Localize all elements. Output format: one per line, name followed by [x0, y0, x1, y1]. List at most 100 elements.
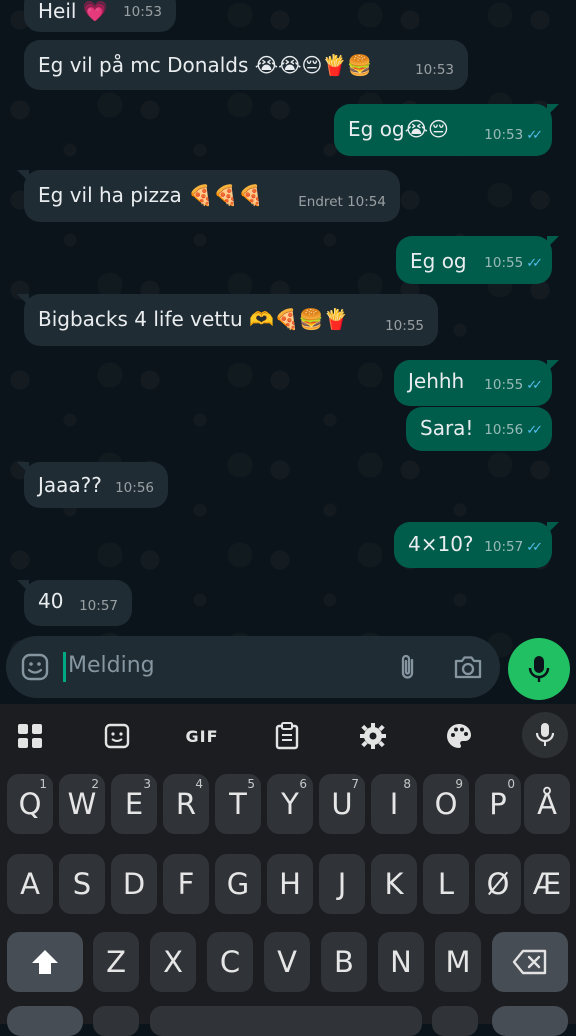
message-incoming[interactable]: Heil 💗 10:53	[24, 0, 176, 32]
voice-record-button[interactable]	[508, 638, 570, 700]
message-time-status: 10:56 ✓✓	[484, 417, 543, 444]
message-text: 4×10?	[408, 532, 474, 556]
key[interactable]: M	[435, 932, 481, 992]
key[interactable]: S	[59, 854, 105, 914]
key-hint: 5	[247, 777, 255, 791]
message-outgoing[interactable]: Jehhh 10:55 ✓✓	[394, 360, 559, 406]
read-receipt-icon: ✓✓	[526, 423, 543, 438]
key-label: I	[389, 787, 399, 821]
message-time: 10:55	[484, 377, 524, 393]
key[interactable]: J	[319, 854, 365, 914]
text-cursor	[63, 652, 66, 682]
key[interactable]: Q1	[7, 774, 53, 834]
key-hint: 9	[455, 777, 463, 791]
key[interactable]: Æ	[524, 854, 570, 914]
palette-icon[interactable]	[442, 720, 476, 752]
read-receipt-icon: ✓✓	[526, 540, 543, 555]
gif-button[interactable]: GIF	[184, 720, 220, 752]
message-incoming[interactable]: Bigbacks 4 life vettu 🫶🍕🍔🍟 10:55	[17, 294, 438, 346]
message-time: 10:53	[415, 62, 454, 78]
apps-grid-icon[interactable]	[14, 720, 46, 752]
key-label: Å	[537, 787, 557, 821]
key[interactable]: U7	[319, 774, 365, 834]
sticker-keyboard-icon[interactable]	[100, 720, 134, 752]
message-time: 10:55	[385, 318, 424, 334]
backspace-key[interactable]	[492, 932, 568, 992]
key[interactable]: A	[7, 854, 53, 914]
clipboard-icon[interactable]	[272, 720, 302, 752]
message-text: Jehhh	[408, 369, 465, 393]
settings-gear-icon[interactable]	[356, 720, 390, 752]
key[interactable]: X	[150, 932, 196, 992]
message-input[interactable]: Melding	[68, 653, 155, 678]
sticker-icon[interactable]	[20, 652, 50, 682]
key-hint: 1	[39, 777, 47, 791]
key-label: P	[489, 787, 507, 821]
key[interactable]: T5	[215, 774, 261, 834]
message-outgoing[interactable]: Eg og 10:55 ✓✓	[396, 236, 559, 284]
key[interactable]: D	[111, 854, 157, 914]
key-label: T	[229, 787, 247, 821]
message-time: 10:57	[79, 598, 118, 614]
key-hint: 4	[195, 777, 203, 791]
key[interactable]: W2	[59, 774, 105, 834]
message-input-bar[interactable]: Melding	[6, 636, 500, 698]
shift-arrow-icon	[32, 950, 58, 974]
message-time-status: 10:57 ✓✓	[484, 534, 543, 561]
symbols-key[interactable]	[7, 1006, 83, 1036]
key[interactable]: Y6	[267, 774, 313, 834]
read-receipt-icon: ✓✓	[526, 256, 543, 271]
message-time-status: 10:55 ✓✓	[484, 250, 543, 277]
message-time: Endret 10:54	[298, 194, 386, 210]
key[interactable]: H	[267, 854, 313, 914]
key-label: R	[175, 787, 197, 821]
key-hint: 0	[507, 777, 515, 791]
message-incoming[interactable]: Eg vil ha pizza 🍕🍕🍕 Endret 10:54	[17, 170, 400, 222]
message-incoming[interactable]: 40 10:57	[17, 580, 132, 626]
message-incoming[interactable]: Jaaa?? 10:56	[17, 462, 168, 508]
key[interactable]: F	[163, 854, 209, 914]
key[interactable]: G	[215, 854, 261, 914]
key[interactable]: O9	[423, 774, 469, 834]
message-text: Sara!	[420, 416, 474, 440]
message-time: 10:57	[484, 539, 524, 555]
key-label: O	[434, 787, 458, 821]
enter-key[interactable]	[492, 1006, 568, 1036]
message-outgoing[interactable]: Sara! 10:56 ✓✓	[406, 407, 552, 451]
key[interactable]: E3	[111, 774, 157, 834]
key-hint: 3	[143, 777, 151, 791]
message-outgoing[interactable]: Eg og😭😔 10:53 ✓✓	[334, 104, 559, 156]
key[interactable]: C	[207, 932, 253, 992]
period-key[interactable]	[432, 1006, 478, 1036]
key[interactable]: V	[264, 932, 310, 992]
message-time: 10:56	[115, 480, 154, 496]
message-text: Eg og😭😔	[348, 117, 449, 141]
key[interactable]: K	[371, 854, 417, 914]
microphone-icon	[535, 723, 555, 746]
microphone-icon	[528, 656, 550, 682]
comma-key[interactable]	[93, 1006, 139, 1036]
key[interactable]: L	[423, 854, 469, 914]
key[interactable]: P0	[475, 774, 521, 834]
camera-icon[interactable]	[452, 653, 484, 681]
key[interactable]: N	[378, 932, 424, 992]
backspace-icon	[512, 949, 547, 975]
shift-key[interactable]	[7, 932, 83, 992]
key[interactable]: I8	[371, 774, 417, 834]
message-outgoing[interactable]: 4×10? 10:57 ✓✓	[394, 522, 559, 568]
key[interactable]: Å	[524, 774, 570, 834]
key[interactable]: Z	[93, 932, 139, 992]
message-text: 40	[38, 589, 64, 613]
space-key[interactable]	[150, 1006, 422, 1036]
message-time-status: 10:55 ✓✓	[484, 372, 543, 399]
key[interactable]: B	[321, 932, 367, 992]
key-label: U	[331, 787, 353, 821]
keyboard: GIF Q1 W2 E3 R4 T5 Y6 U7 I8 O9 P0 Å A S …	[0, 704, 576, 1036]
message-incoming[interactable]: Eg vil på mc Donalds 😭😭😔🍟🍔 10:53	[24, 40, 468, 90]
attach-icon[interactable]	[394, 652, 422, 682]
key-label: Q	[18, 787, 42, 821]
key[interactable]: R4	[163, 774, 209, 834]
key[interactable]: Ø	[475, 854, 521, 914]
key-label: Y	[281, 787, 299, 821]
voice-typing-button[interactable]	[522, 712, 568, 758]
